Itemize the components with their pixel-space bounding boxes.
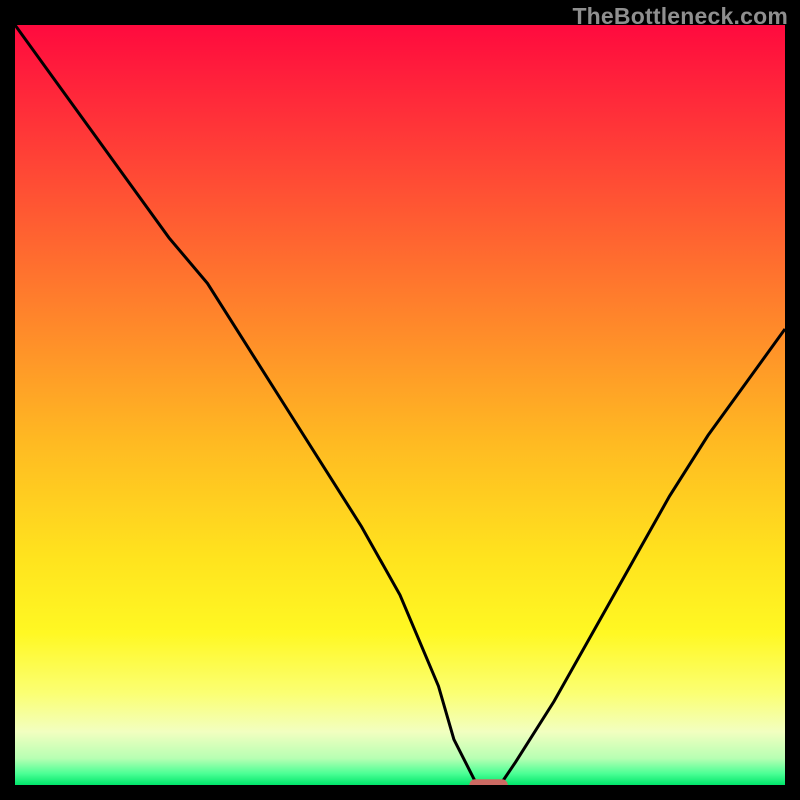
bottleneck-chart <box>15 25 785 785</box>
chart-frame: TheBottleneck.com <box>0 0 800 800</box>
plot-area <box>15 25 785 785</box>
gradient-background <box>15 25 785 785</box>
optimal-marker <box>469 779 508 785</box>
